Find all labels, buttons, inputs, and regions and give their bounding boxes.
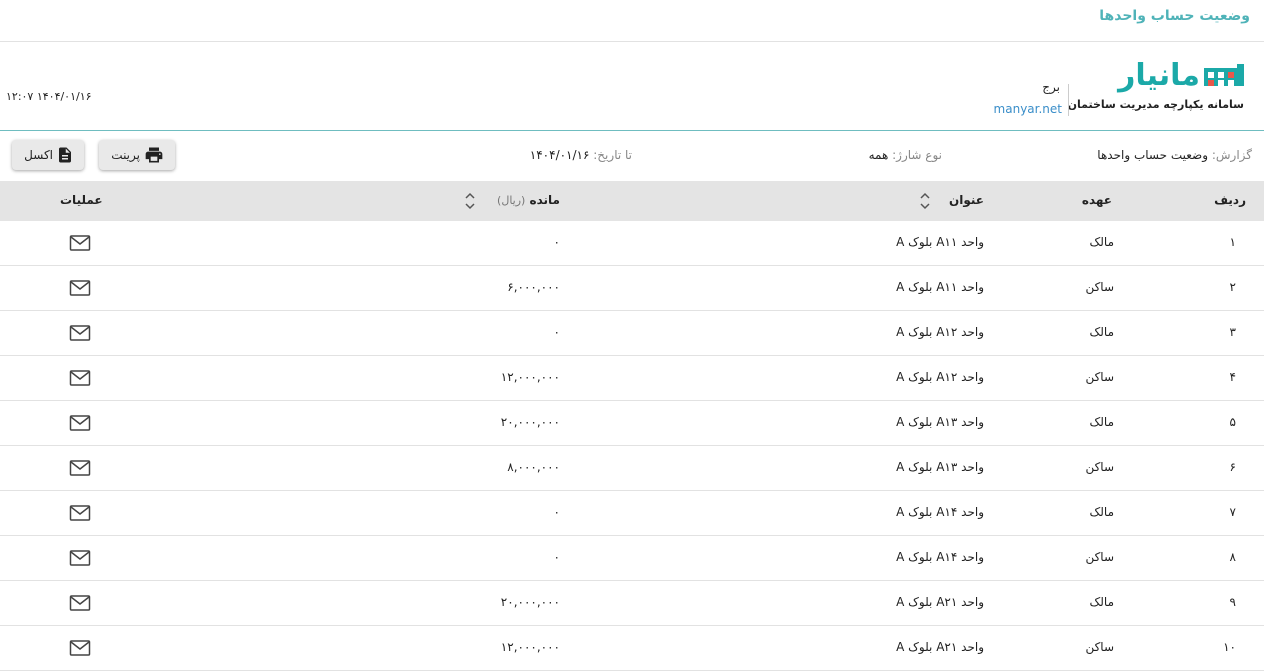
column-balance[interactable]: مانده (ریال) — [497, 193, 560, 207]
row-number: ۲ — [1229, 280, 1236, 294]
row-number: ۱ — [1229, 235, 1236, 249]
document-icon — [59, 147, 71, 163]
row-balance: ۰ — [553, 550, 560, 564]
site-link[interactable]: manyar.net — [994, 102, 1062, 116]
printer-icon — [145, 147, 163, 163]
row-number: ۹ — [1229, 595, 1236, 609]
row-number: ۵ — [1229, 415, 1236, 429]
table-row: ۷ مالک واحد A۱۴ بلوک A ۰ — [0, 491, 1264, 536]
row-title: واحد A۱۳ بلوک A — [896, 460, 984, 474]
table-row: ۱ مالک واحد A۱۱ بلوک A ۰ — [0, 221, 1264, 266]
column-title[interactable]: عنوان — [949, 193, 984, 207]
report-header: مانیار سامانه یکپارچه مدیریت ساختمان برج… — [0, 42, 1264, 130]
row-title: واحد A۲۱ بلوک A — [896, 595, 984, 609]
row-number: ۶ — [1229, 460, 1236, 474]
row-balance: ۶,۰۰۰,۰۰۰ — [507, 280, 560, 294]
row-role: مالک — [1089, 505, 1114, 519]
mail-icon[interactable] — [69, 414, 91, 432]
row-number: ۸ — [1229, 550, 1236, 564]
table-row: ۴ ساکن واحد A۱۲ بلوک A ۱۲,۰۰۰,۰۰۰ — [0, 356, 1264, 401]
row-title: واحد A۱۴ بلوک A — [896, 505, 984, 519]
mail-icon[interactable] — [69, 504, 91, 522]
excel-button-label: اکسل — [24, 148, 53, 162]
row-number: ۱۰ — [1223, 640, 1236, 654]
header-separator — [1068, 84, 1069, 116]
table-row: ۳ مالک واحد A۱۲ بلوک A ۰ — [0, 311, 1264, 356]
row-title: واحد A۱۴ بلوک A — [896, 550, 984, 564]
row-number: ۴ — [1229, 370, 1236, 384]
row-role: ساکن — [1085, 550, 1114, 564]
logo-subtitle: سامانه یکپارچه مدیریت ساختمان — [1067, 98, 1244, 111]
column-row-number: ردیف — [1214, 193, 1246, 207]
print-button-label: پرینت — [111, 148, 140, 162]
table-row: ۵ مالک واحد A۱۳ بلوک A ۲۰,۰۰۰,۰۰۰ — [0, 401, 1264, 446]
row-title: واحد A۲۱ بلوک A — [896, 640, 984, 654]
row-role: ساکن — [1085, 640, 1114, 654]
building-name: برج — [1042, 80, 1060, 94]
row-balance: ۸,۰۰۰,۰۰۰ — [507, 460, 560, 474]
sort-icon[interactable] — [919, 190, 931, 212]
column-balance-unit: (ریال) — [497, 194, 526, 207]
logo-text: مانیار — [1118, 58, 1200, 93]
row-balance: ۰ — [553, 505, 560, 519]
manyar-logo: مانیار سامانه یکپارچه مدیریت ساختمان — [1068, 56, 1244, 118]
mail-icon[interactable] — [69, 639, 91, 657]
report-label: گزارش: — [1211, 148, 1252, 162]
row-balance: ۲۰,۰۰۰,۰۰۰ — [500, 415, 560, 429]
row-title: واحد A۱۱ بلوک A — [896, 280, 984, 294]
excel-button[interactable]: اکسل — [12, 140, 84, 170]
sort-icon[interactable] — [464, 190, 476, 212]
row-role: مالک — [1089, 325, 1114, 339]
to-date-label: تا تاریخ: — [593, 148, 632, 162]
to-date-value: ۱۴۰۴/۰۱/۱۶ — [529, 148, 590, 162]
mail-icon[interactable] — [69, 369, 91, 387]
page-title: وضعیت حساب واحدها — [1099, 8, 1250, 24]
row-role: ساکن — [1085, 460, 1114, 474]
row-title: واحد A۱۲ بلوک A — [896, 325, 984, 339]
mail-icon[interactable] — [69, 279, 91, 297]
print-button[interactable]: پرینت — [99, 140, 175, 170]
column-actions: عملیات — [60, 193, 103, 207]
table-row: ۲ ساکن واحد A۱۱ بلوک A ۶,۰۰۰,۰۰۰ — [0, 266, 1264, 311]
column-balance-label: مانده — [529, 193, 560, 207]
charge-type-value: همه — [868, 148, 889, 162]
mail-icon[interactable] — [69, 549, 91, 567]
table-row: ۶ ساکن واحد A۱۳ بلوک A ۸,۰۰۰,۰۰۰ — [0, 446, 1264, 491]
row-title: واحد A۱۲ بلوک A — [896, 370, 984, 384]
table-row: ۹ مالک واحد A۲۱ بلوک A ۲۰,۰۰۰,۰۰۰ — [0, 581, 1264, 626]
report-datetime: ۱۴۰۴/۰۱/۱۶ ۱۲:۰۷ — [6, 90, 92, 103]
mail-icon[interactable] — [69, 234, 91, 252]
row-balance: ۱۲,۰۰۰,۰۰۰ — [500, 370, 560, 384]
row-balance: ۰ — [553, 235, 560, 249]
report-info: گزارش: وضعیت حساب واحدها — [1097, 148, 1252, 162]
table-row: ۱۰ ساکن واحد A۲۱ بلوک A ۱۲,۰۰۰,۰۰۰ — [0, 626, 1264, 671]
row-title: واحد A۱۳ بلوک A — [896, 415, 984, 429]
row-role: ساکن — [1085, 280, 1114, 294]
row-role: مالک — [1089, 595, 1114, 609]
row-role: ساکن — [1085, 370, 1114, 384]
row-number: ۷ — [1229, 505, 1236, 519]
mail-icon[interactable] — [69, 594, 91, 612]
table-header: ردیف عهده عنوان مانده (ریال) عملیات — [0, 181, 1264, 221]
building-logo-icon — [1204, 64, 1244, 86]
row-number: ۳ — [1229, 325, 1236, 339]
column-role: عهده — [1081, 193, 1112, 207]
row-role: مالک — [1089, 415, 1114, 429]
mail-icon[interactable] — [69, 324, 91, 342]
to-date-info: تا تاریخ: ۱۴۰۴/۰۱/۱۶ — [530, 148, 632, 162]
table-body: ۱ مالک واحد A۱۱ بلوک A ۰ ۲ ساکن واحد A۱۱… — [0, 221, 1264, 671]
mail-icon[interactable] — [69, 459, 91, 477]
charge-type-info: نوع شارژ: همه — [869, 148, 942, 162]
row-balance: ۰ — [553, 325, 560, 339]
filter-bar: گزارش: وضعیت حساب واحدها نوع شارژ: همه ت… — [0, 131, 1264, 181]
report-value: وضعیت حساب واحدها — [1097, 148, 1209, 162]
row-title: واحد A۱۱ بلوک A — [896, 235, 984, 249]
table-row: ۸ ساکن واحد A۱۴ بلوک A ۰ — [0, 536, 1264, 581]
row-role: مالک — [1089, 235, 1114, 249]
row-balance: ۲۰,۰۰۰,۰۰۰ — [500, 595, 560, 609]
row-balance: ۱۲,۰۰۰,۰۰۰ — [500, 640, 560, 654]
charge-type-label: نوع شارژ: — [892, 148, 942, 162]
